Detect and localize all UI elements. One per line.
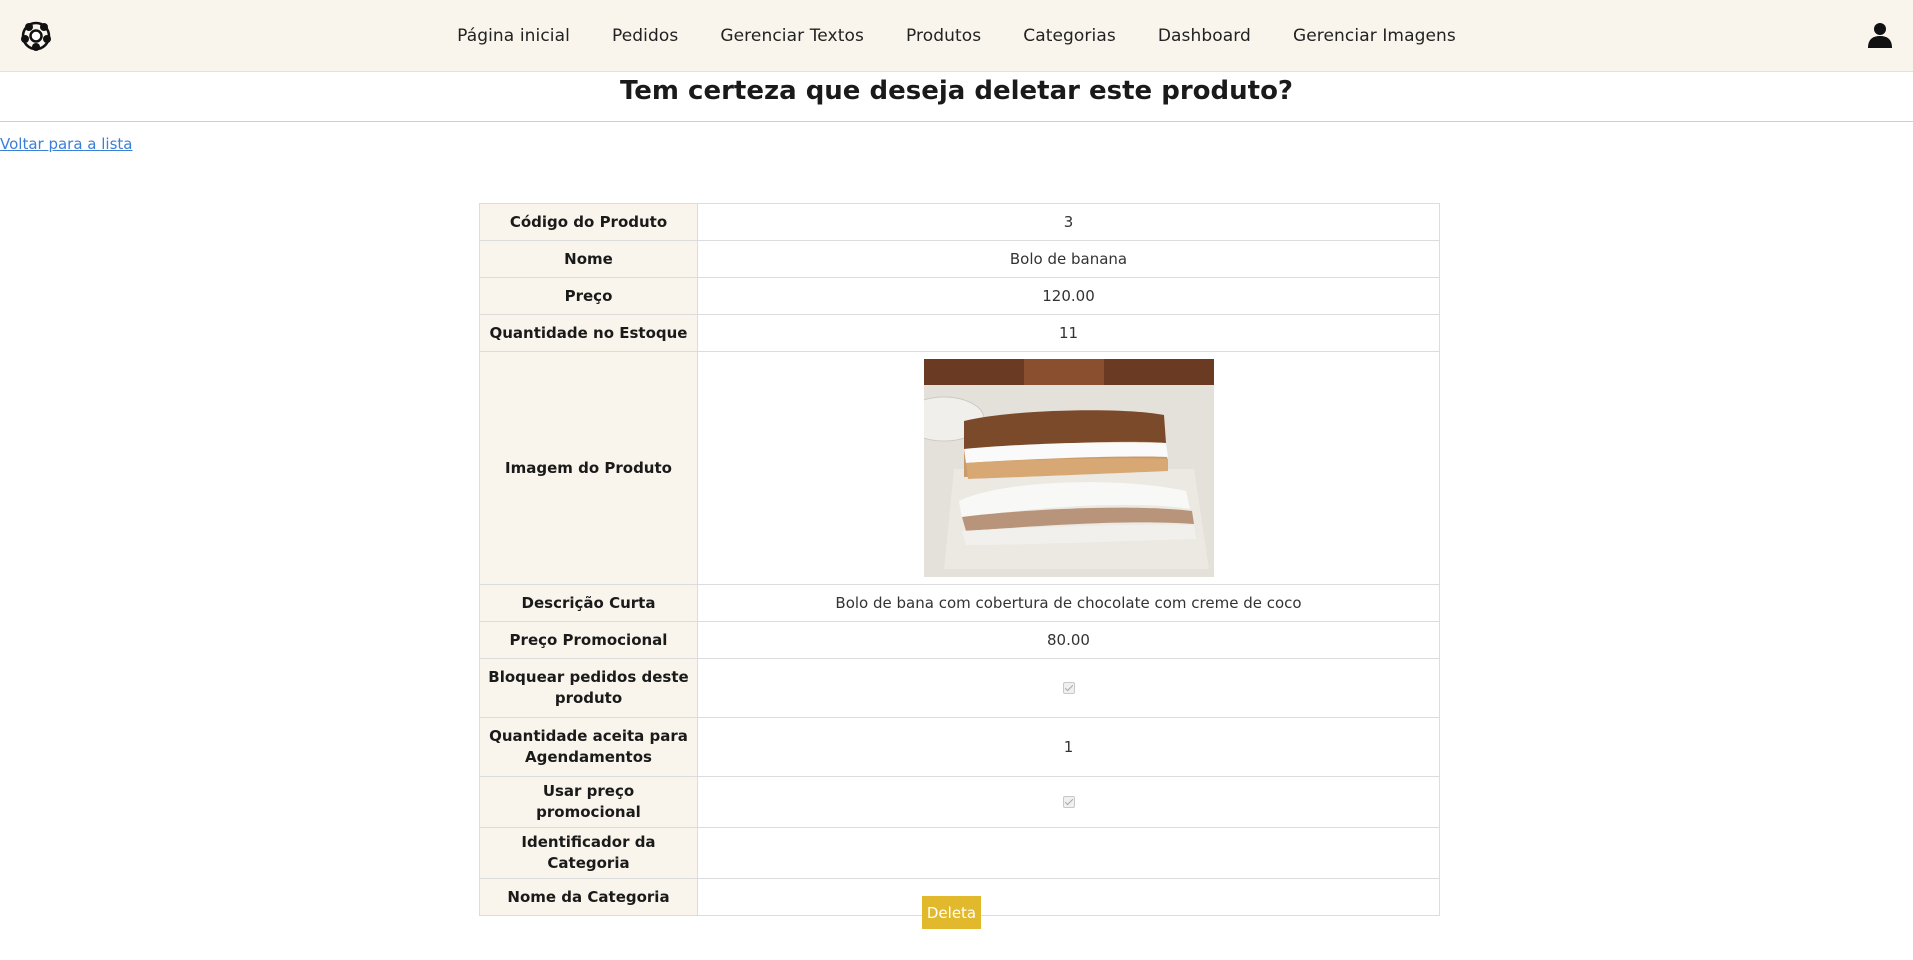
row-label: Nome	[479, 240, 698, 278]
table-row: Quantidade aceita para Agendamentos 1	[479, 717, 1440, 777]
row-label: Código do Produto	[479, 203, 698, 241]
user-icon[interactable]	[1867, 22, 1893, 48]
row-label: Usar preço promocional	[479, 776, 698, 828]
row-label: Preço	[479, 277, 698, 315]
page-title: Tem certeza que deseja deletar este prod…	[0, 72, 1913, 122]
row-label: Preço Promocional	[479, 621, 698, 659]
top-navbar: Página inicial Pedidos Gerenciar Textos …	[0, 0, 1913, 72]
table-row: Preço 120.00	[479, 277, 1440, 315]
product-image	[923, 359, 1214, 577]
row-value: Bolo de banana	[697, 240, 1440, 278]
product-details-table: Código do Produto 3 Nome Bolo de banana …	[479, 203, 1440, 916]
row-value	[697, 776, 1440, 828]
table-row: Código do Produto 3	[479, 203, 1440, 241]
row-value	[697, 878, 1440, 916]
row-label: Nome da Categoria	[479, 878, 698, 916]
table-row: Quantidade no Estoque 11	[479, 314, 1440, 352]
row-value: 11	[697, 314, 1440, 352]
nav-link-dashboard[interactable]: Dashboard	[1137, 26, 1272, 46]
row-label: Quantidade no Estoque	[479, 314, 698, 352]
back-to-list-link[interactable]: Voltar para a lista	[0, 135, 132, 153]
row-label: Quantidade aceita para Agendamentos	[479, 717, 698, 777]
row-value: 3	[697, 203, 1440, 241]
row-value: 1	[697, 717, 1440, 777]
table-row: Identificador da Categoria	[479, 827, 1440, 879]
nav-link-pedidos[interactable]: Pedidos	[591, 26, 699, 46]
row-label: Bloquear pedidos deste produto	[479, 658, 698, 718]
main-nav: Página inicial Pedidos Gerenciar Textos …	[0, 0, 1913, 72]
row-value: 120.00	[697, 277, 1440, 315]
nav-link-categorias[interactable]: Categorias	[1002, 26, 1137, 46]
row-label: Descrição Curta	[479, 584, 698, 622]
nav-link-produtos[interactable]: Produtos	[885, 26, 1002, 46]
row-value	[697, 658, 1440, 718]
table-row: Nome Bolo de banana	[479, 240, 1440, 278]
usar-preco-promocional-checkbox	[1062, 796, 1075, 808]
row-value	[697, 827, 1440, 879]
nav-link-home[interactable]: Página inicial	[436, 26, 591, 46]
nav-link-textos[interactable]: Gerenciar Textos	[699, 26, 885, 46]
row-value: 80.00	[697, 621, 1440, 659]
table-row: Imagem do Produto	[479, 351, 1440, 585]
nav-link-imagens[interactable]: Gerenciar Imagens	[1272, 26, 1477, 46]
row-label: Identificador da Categoria	[479, 827, 698, 879]
row-value: Bolo de bana com cobertura de chocolate …	[697, 584, 1440, 622]
delete-button[interactable]: Deleta	[922, 896, 981, 929]
table-row: Descrição Curta Bolo de bana com cobertu…	[479, 584, 1440, 622]
table-row: Preço Promocional 80.00	[479, 621, 1440, 659]
table-row: Usar preço promocional	[479, 776, 1440, 828]
table-row: Bloquear pedidos deste produto	[479, 658, 1440, 718]
bloquear-pedidos-checkbox	[1062, 682, 1075, 694]
row-label: Imagem do Produto	[479, 351, 698, 585]
row-value	[697, 351, 1440, 585]
